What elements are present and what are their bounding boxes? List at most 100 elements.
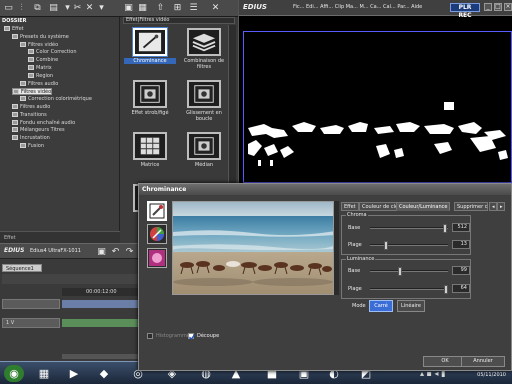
tree-toggle-icon[interactable]: ▣: [123, 3, 134, 14]
sequence-tab[interactable]: Séquence1: [2, 264, 42, 272]
tree-item[interactable]: Filtres audio: [20, 80, 58, 88]
tree-item[interactable]: Filtres vidéo: [12, 88, 53, 96]
copy-icon[interactable]: ⧉: [32, 3, 43, 14]
tab-remove-color[interactable]: Supprimer c: [454, 202, 488, 211]
luminance-group: Luminance Base 99 Plage 64: [341, 256, 471, 299]
media-icon[interactable]: ▶: [64, 365, 84, 382]
effect-item[interactable]: Chrominance: [124, 28, 176, 64]
clock-date[interactable]: 05/11/2010: [477, 372, 506, 378]
chroma-base-thumb[interactable]: [442, 224, 447, 233]
pen-icon: [133, 28, 167, 56]
tree-item[interactable]: Correction colorimétrique: [20, 96, 92, 103]
luminance-range-label: Plage: [348, 286, 362, 292]
luminance-base-thumb[interactable]: [398, 267, 403, 276]
minimize-icon[interactable]: _: [484, 3, 492, 11]
tree-item[interactable]: Fusion: [20, 143, 44, 150]
tree-item[interactable]: Filtres audio: [12, 104, 50, 111]
tree-item[interactable]: Filtres vidéo: [20, 41, 58, 49]
maximize-icon[interactable]: □: [494, 3, 502, 11]
delete-icon[interactable]: ✕: [210, 3, 221, 14]
histogram-label: Histogramme: [156, 333, 190, 339]
tree-button-icon[interactable]: ⫶: [16, 3, 27, 14]
folder-icon: [12, 127, 18, 133]
tree-footer-tab[interactable]: Effet: [0, 231, 120, 243]
tree-item[interactable]: Incrustation: [12, 135, 50, 142]
luminance-base-slider[interactable]: [370, 267, 448, 276]
cancel-button[interactable]: Annuler: [461, 356, 505, 367]
track-header[interactable]: [2, 299, 60, 309]
chroma-range-thumb[interactable]: [383, 241, 388, 250]
tree-item[interactable]: Fondu enchaîné audio: [12, 119, 75, 127]
tab-scroll-right-icon[interactable]: ▸: [497, 202, 505, 211]
color-picker-button[interactable]: [147, 224, 167, 244]
tree-item[interactable]: Transitions: [12, 111, 47, 119]
effect-item-label: Glissement en boucle: [186, 110, 222, 122]
save-icon[interactable]: ▣: [96, 247, 107, 258]
folder-icon: [20, 41, 26, 47]
close-icon[interactable]: ×: [504, 3, 512, 11]
tab-effet[interactable]: Effet: [341, 202, 359, 211]
effect-item[interactable]: Matrice: [124, 132, 176, 168]
track-header[interactable]: 1 V: [2, 318, 60, 328]
folder-icon: [12, 111, 18, 117]
tree-item-label: Filtres vidéo: [21, 89, 52, 96]
effect-item[interactable]: Effet strob/figé: [124, 80, 176, 116]
chroma-range-slider[interactable]: [370, 241, 448, 250]
windows-media-icon[interactable]: ◆: [94, 365, 114, 382]
list-icon[interactable]: ☰: [188, 3, 199, 14]
effect-tree-panel: ▭ ⫶ ⧉ ▤ ▾ ✂ ✕ ▾ DOSSIER Effet Presets du …: [0, 0, 120, 243]
timecode-ruler[interactable]: 00:00:12:00: [62, 288, 140, 296]
add-icon[interactable]: ⊞: [172, 3, 183, 14]
timeline-clip[interactable]: [62, 300, 138, 308]
eyedropper-icon: [149, 203, 165, 219]
mode-square-button[interactable]: Carré: [369, 300, 393, 312]
up-icon[interactable]: ⇧: [155, 3, 166, 14]
preview-window: EDIUS Fic... Edi... Affi... Clip Ma... M…: [238, 0, 512, 184]
new-folder-icon[interactable]: ▤: [48, 3, 59, 14]
luminance-range-thumb[interactable]: [443, 285, 448, 294]
start-button-icon[interactable]: ◉: [4, 365, 24, 382]
track-label: 1 V: [6, 320, 15, 326]
folder-icon: [13, 89, 19, 95]
menu-icon[interactable]: ▾: [96, 3, 107, 14]
chroma-range-value[interactable]: 13: [452, 240, 470, 249]
cut-icon[interactable]: ✂: [72, 3, 83, 14]
plr-rec-badge[interactable]: PLR REC: [450, 3, 480, 19]
timeline-scrollbar[interactable]: [62, 354, 138, 359]
tree-item[interactable]: Region: [28, 72, 53, 80]
film-icon: [187, 80, 221, 108]
main-menu[interactable]: Fic... Edi... Affi... Clip Ma... M... Ca…: [293, 4, 422, 10]
delete-icon[interactable]: ✕: [84, 3, 95, 14]
tab-scroll-left-icon[interactable]: ◂: [489, 202, 497, 211]
mode-linear-button[interactable]: Linéaire: [397, 300, 425, 312]
redo-icon[interactable]: ↷: [124, 247, 135, 258]
chroma-base-slider[interactable]: [370, 224, 448, 233]
tab-color-luminance[interactable]: Couleur/Luminance: [396, 202, 451, 211]
eyedropper-button[interactable]: [147, 201, 167, 221]
effect-item[interactable]: Glissement en boucle: [178, 80, 230, 122]
preview-monitor[interactable]: [243, 31, 512, 183]
folder-icon[interactable]: ▭: [3, 3, 14, 14]
tree-item[interactable]: Presets du système: [12, 33, 69, 41]
luminance-base-value[interactable]: 99: [452, 266, 470, 275]
chroma-base-value[interactable]: 512: [452, 223, 470, 232]
source-preview-image[interactable]: [172, 201, 334, 295]
tree-item[interactable]: Effet: [4, 26, 24, 33]
effect-item[interactable]: Combinaison de filtres: [178, 28, 230, 70]
view-icon[interactable]: ▦: [137, 3, 148, 14]
tree-item[interactable]: Mélangeurs Titres: [12, 127, 65, 134]
undo-icon[interactable]: ↶: [110, 247, 121, 258]
preview-scrollbar[interactable]: [334, 201, 339, 295]
effect-item[interactable]: Médian: [178, 132, 230, 168]
tree-item[interactable]: Matrix: [28, 65, 52, 72]
tree-item[interactable]: Color Correction: [28, 49, 77, 56]
folder-icon: [28, 65, 34, 70]
timeline-clip[interactable]: [62, 319, 138, 327]
luminance-range-value[interactable]: 64: [452, 284, 470, 293]
tree-item[interactable]: Combine: [28, 57, 58, 64]
cut-checkbox[interactable]: [188, 333, 195, 340]
histogram-checkbox[interactable]: [147, 333, 153, 339]
explorer-icon[interactable]: ▦: [34, 365, 54, 382]
color-preview-button[interactable]: [147, 248, 167, 268]
luminance-range-slider[interactable]: [370, 285, 448, 294]
